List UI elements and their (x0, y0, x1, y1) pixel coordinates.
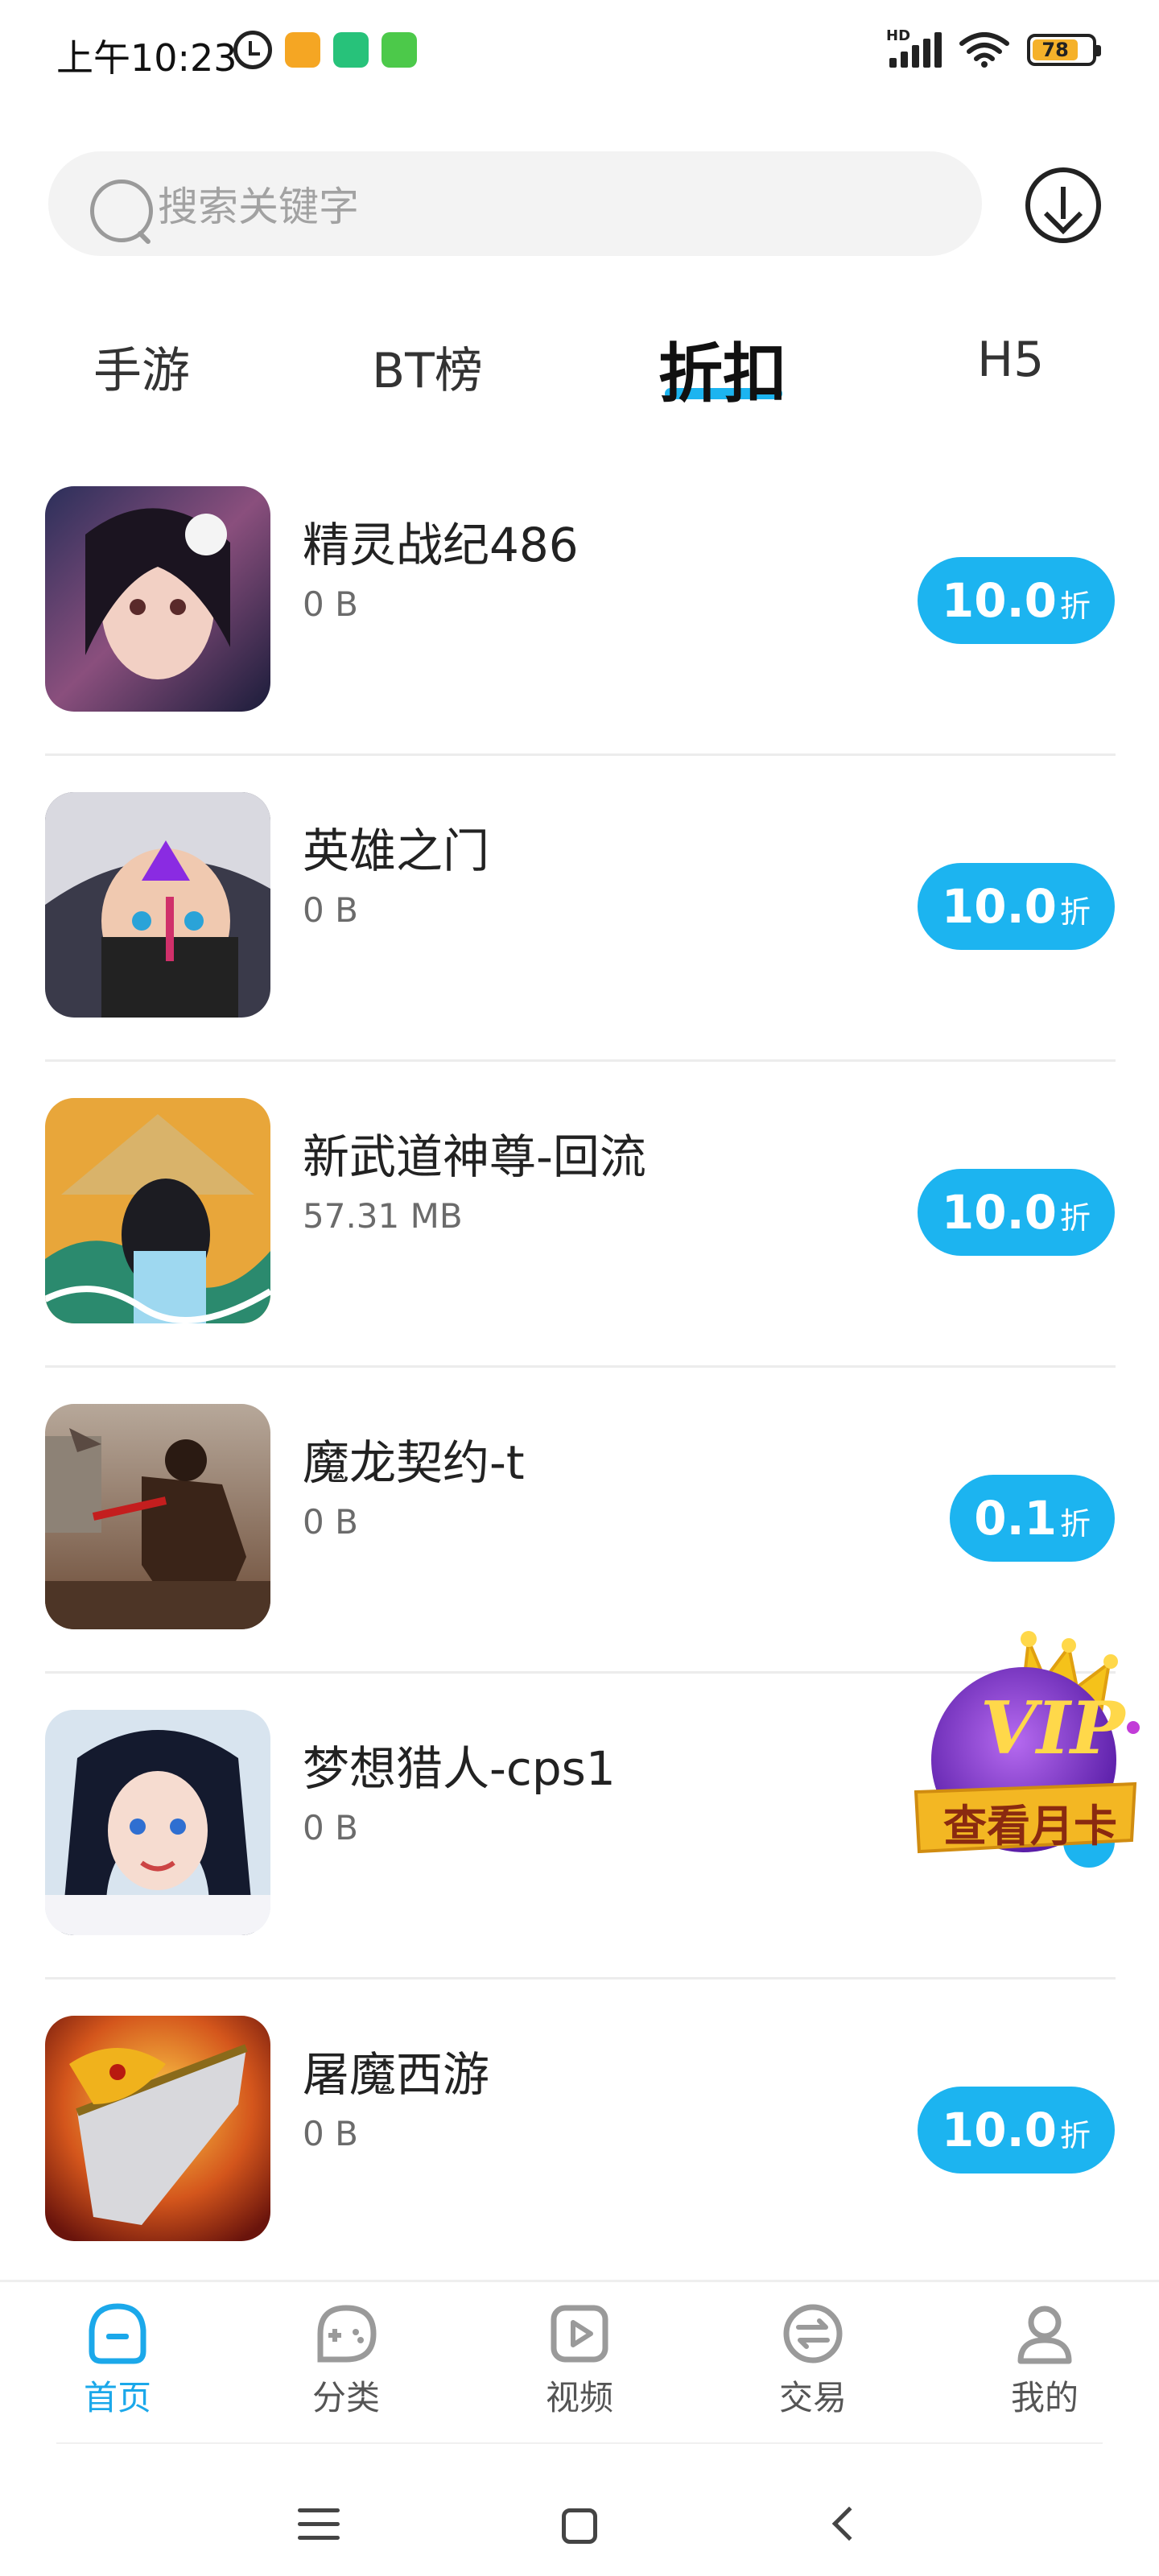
nav-category[interactable]: 分类 (282, 2301, 410, 2420)
search-placeholder: 搜索关键字 (158, 184, 359, 230)
game-icon (45, 792, 270, 1018)
tab-discount[interactable]: 折扣 (658, 322, 787, 415)
discount-unit: 折 (1059, 1506, 1091, 1542)
game-size: 0 B (303, 1808, 358, 1847)
game-size: 0 B (303, 2114, 358, 2153)
bottom-navigation: 首页 分类 视频 交易 我的 (0, 2280, 1159, 2441)
discount-unit: 折 (1059, 894, 1091, 930)
category-icon (317, 2305, 377, 2363)
discount-badge[interactable]: 10.0 折 (917, 863, 1115, 950)
nav-label: 分类 (311, 2378, 380, 2417)
nav-home[interactable]: 首页 (53, 2301, 182, 2420)
alarm-icon (233, 31, 272, 69)
divider (56, 2442, 1103, 2444)
tab-bt-ranking[interactable]: BT榜 (372, 332, 483, 402)
discount-unit: 折 (1059, 1200, 1091, 1236)
discount-value: 10.0 (941, 573, 1057, 628)
game-size: 0 B (303, 1502, 358, 1542)
nav-label: 视频 (545, 2378, 613, 2417)
discount-value: 10.0 (941, 879, 1057, 934)
game-row[interactable]: 新武道神尊-回流 57.31 MB 10.0 折 (0, 1098, 1159, 1404)
game-name: 英雄之门 (303, 824, 490, 878)
notification-icons (233, 31, 417, 69)
game-size: 57.31 MB (303, 1196, 463, 1236)
download-button[interactable] (1025, 167, 1101, 243)
nav-label: 我的 (1010, 2378, 1079, 2417)
game-name: 精灵战纪486 (303, 518, 579, 572)
nav-video[interactable]: 视频 (515, 2301, 644, 2420)
nav-trade[interactable]: 交易 (749, 2301, 877, 2420)
system-status-icons: HD 78 (886, 27, 1101, 68)
discount-badge[interactable]: 0.1 折 (950, 1475, 1115, 1562)
notification-app-icon-orange (285, 32, 320, 68)
game-name: 魔龙契约-t (303, 1435, 525, 1490)
discount-unit: 折 (1059, 2118, 1091, 2153)
divider (45, 1365, 1116, 1368)
vip-monthly-card-button[interactable]: VIP 查看月卡 (908, 1623, 1140, 1864)
game-name: 屠魔西游 (303, 2047, 490, 2102)
tab-mobile-games[interactable]: 手游 (93, 332, 190, 402)
discount-badge[interactable]: 10.0 折 (917, 557, 1115, 644)
game-icon (45, 1098, 270, 1323)
game-row[interactable]: 英雄之门 0 B 10.0 折 (0, 792, 1159, 1098)
home-icon (89, 2303, 146, 2364)
home-button[interactable] (562, 2508, 597, 2544)
discount-badge[interactable]: 10.0 折 (917, 2087, 1115, 2174)
game-icon (45, 2016, 270, 2241)
divider (45, 1059, 1116, 1062)
notification-app-icon-green (333, 32, 369, 68)
vip-label: 查看月卡 (943, 1801, 1117, 1852)
search-icon (90, 180, 153, 242)
game-size: 0 B (303, 584, 358, 624)
system-navigation-bar (0, 2455, 1159, 2576)
status-time: 上午10:23 (56, 36, 237, 80)
search-input[interactable]: 搜索关键字 (48, 151, 982, 256)
nav-label: 交易 (778, 2378, 847, 2417)
status-bar: 上午10:23 HD 78 (0, 0, 1159, 105)
notification-app-icon-lime (382, 32, 417, 68)
discount-value: 10.0 (941, 2103, 1057, 2157)
game-size: 0 B (303, 890, 358, 930)
discount-value: 0.1 (974, 1491, 1057, 1546)
network-type-label: HD (886, 27, 911, 44)
nav-label: 首页 (83, 2378, 151, 2417)
signal-icon: HD (886, 27, 942, 68)
recent-apps-button[interactable] (298, 2508, 340, 2549)
nav-profile[interactable]: 我的 (980, 2301, 1109, 2420)
divider (45, 753, 1116, 756)
game-row[interactable]: 精灵战纪486 0 B 10.0 折 (0, 486, 1159, 792)
trade-icon (783, 2304, 843, 2363)
discount-value: 10.0 (941, 1185, 1057, 1240)
battery-level: 78 (1033, 39, 1079, 61)
back-button[interactable] (831, 2506, 867, 2541)
game-icon (45, 1710, 270, 1935)
discount-badge[interactable]: 10.0 折 (917, 1169, 1115, 1256)
vip-logo: VIP (980, 1686, 1125, 1771)
discount-unit: 折 (1059, 588, 1091, 624)
game-row[interactable]: 屠魔西游 0 B 10.0 折 (0, 2016, 1159, 2322)
game-name: 新武道神尊-回流 (303, 1129, 646, 1184)
wifi-icon (959, 32, 1009, 68)
tab-h5[interactable]: H5 (977, 332, 1044, 388)
game-name: 梦想猎人-cps1 (303, 1741, 616, 1796)
divider (45, 1977, 1116, 1979)
profile-icon (1017, 2306, 1072, 2364)
battery-icon: 78 (1027, 34, 1101, 66)
game-icon (45, 1404, 270, 1629)
video-icon (551, 2305, 608, 2363)
game-icon (45, 486, 270, 712)
